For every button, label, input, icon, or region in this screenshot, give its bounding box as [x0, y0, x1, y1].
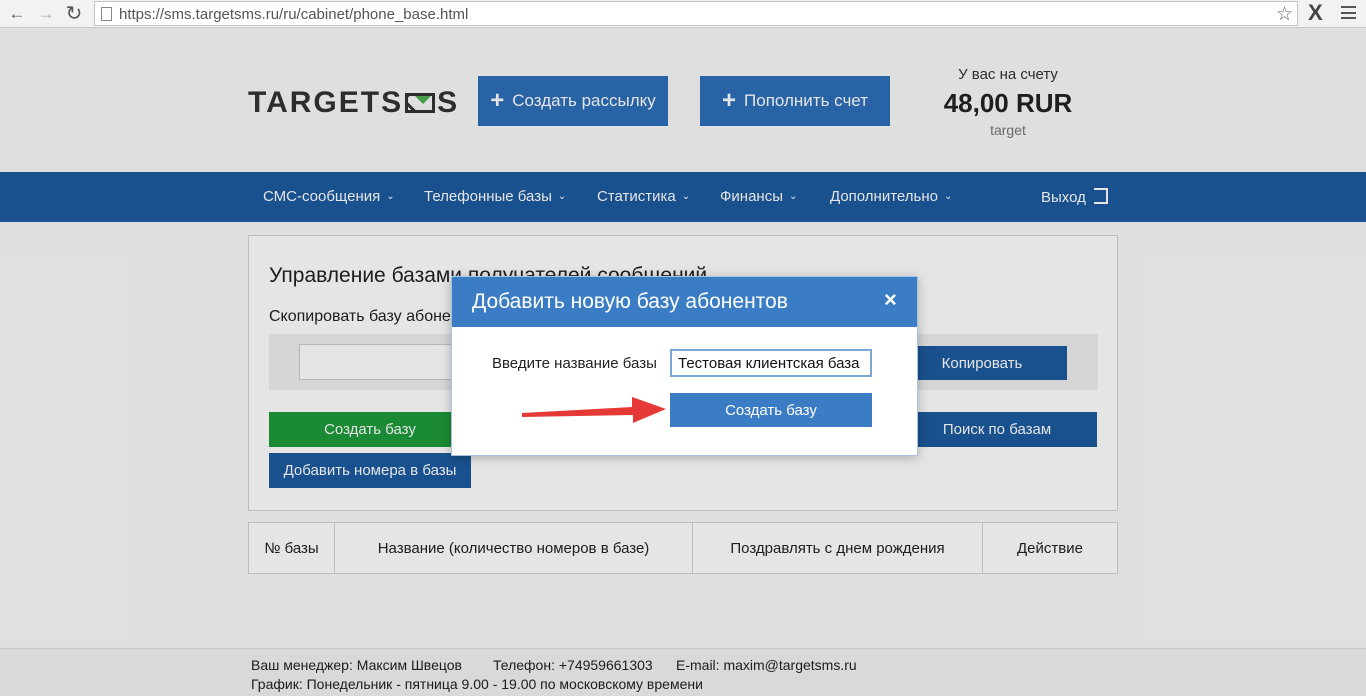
- page-icon: [101, 7, 112, 21]
- base-name-input[interactable]: [670, 349, 872, 377]
- browser-toolbar: ← → ↻ https://sms.targetsms.ru/ru/cabine…: [0, 0, 1366, 28]
- forward-arrow-icon[interactable]: →: [35, 3, 57, 25]
- add-base-modal: Добавить новую базу абонентов × Введите …: [451, 276, 918, 456]
- base-name-label: Введите название базы: [492, 355, 657, 372]
- red-arrow-icon: [522, 397, 666, 423]
- modal-title: Добавить новую базу абонентов: [472, 290, 788, 313]
- back-arrow-icon[interactable]: ←: [6, 3, 28, 25]
- bookmark-star-icon[interactable]: ☆: [1276, 3, 1293, 26]
- close-icon[interactable]: ×: [884, 289, 897, 311]
- address-bar[interactable]: https://sms.targetsms.ru/ru/cabinet/phon…: [94, 1, 1298, 26]
- modal-create-base-button[interactable]: Создать базу: [670, 393, 872, 427]
- reload-icon[interactable]: ↻: [63, 3, 85, 25]
- browser-menu-icon[interactable]: [1341, 6, 1356, 19]
- modal-header: Добавить новую базу абонентов ×: [452, 277, 917, 327]
- extension-x-icon[interactable]: X: [1308, 0, 1323, 26]
- url-text[interactable]: https://sms.targetsms.ru/ru/cabinet/phon…: [119, 6, 468, 23]
